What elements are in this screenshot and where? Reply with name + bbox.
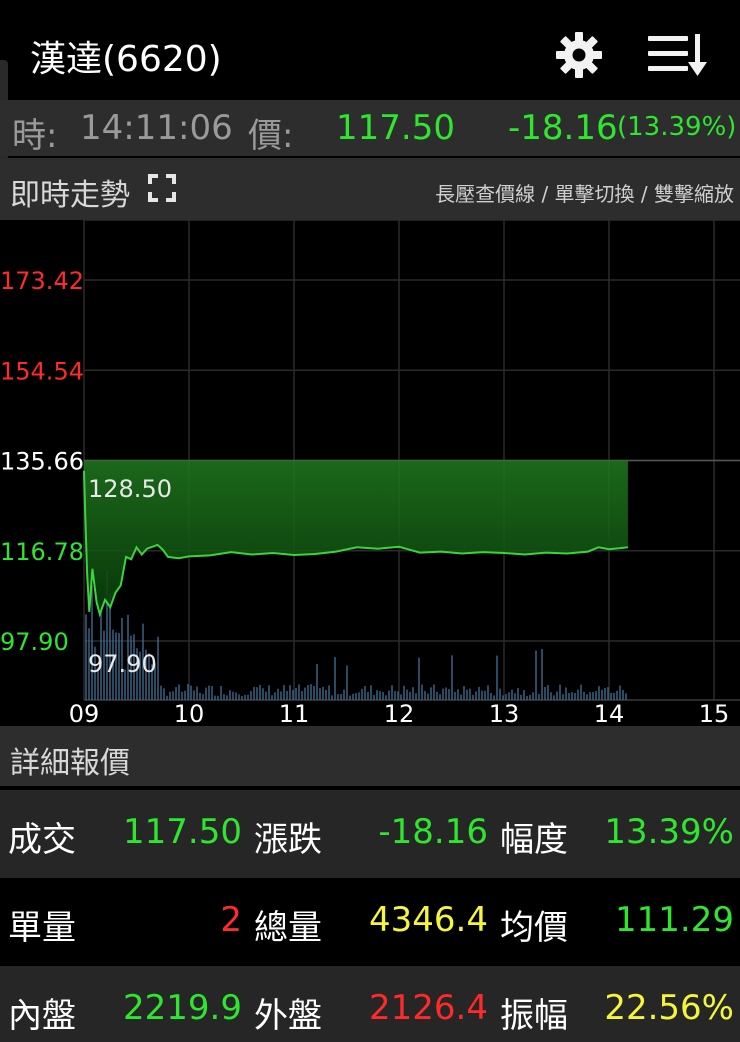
y-tick-label: 135.66 [0, 448, 84, 476]
time-value: 14:11:06 [80, 108, 233, 148]
detail-row: 內盤 2219.9 外盤 2126.4 振幅 22.56% [0, 966, 740, 1042]
detail-quote-title: 詳細報價 [10, 746, 130, 781]
value-inner: 2219.9 [123, 988, 242, 1028]
label-total-volume: 總量 [254, 908, 322, 948]
value-single-volume: 2 [220, 900, 242, 940]
y-tick-label: 154.54 [0, 357, 84, 385]
label-outer: 外盤 [254, 996, 322, 1036]
quote-strip: 時: 14:11:06 價: 117.50 -18.16 (13.39%) [0, 100, 740, 156]
value-total-volume: 4346.4 [369, 900, 488, 940]
x-tick-label: 09 [69, 700, 100, 724]
y-tick-label: 173.42 [0, 267, 84, 295]
x-tick-label: 13 [489, 700, 520, 724]
label-amplitude: 振幅 [500, 996, 568, 1036]
label-single-volume: 單量 [8, 908, 76, 948]
x-tick-label: 10 [174, 700, 205, 724]
intraday-bar[interactable]: 即時走勢 長壓查價線 / 單擊切換 / 雙擊縮放 [0, 158, 740, 220]
x-tick-label: 11 [279, 700, 310, 724]
detail-row: 成交 117.50 漲跌 -18.16 幅度 13.39% [0, 790, 740, 878]
chart-canvas[interactable]: 173.42 154.54 135.66 116.78 97.90 09 10 11 12 13 1… [0, 219, 740, 728]
gear-icon[interactable] [552, 28, 606, 82]
detail-row: 單量 2 總量 4346.4 均價 111.29 [0, 878, 740, 966]
change-percent: (13.39%) [617, 112, 737, 142]
label-inner: 內盤 [8, 996, 76, 1036]
sort-list-icon[interactable] [644, 28, 710, 82]
y-tick-label: 116.78 [0, 538, 84, 566]
intraday-title: 即時走勢 [10, 178, 130, 213]
value-avg-price: 111.29 [615, 900, 734, 940]
fullscreen-icon[interactable] [148, 174, 176, 202]
label-range: 幅度 [500, 820, 568, 860]
top-bar: 漢達(6620) [0, 0, 740, 100]
price-value: 117.50 [336, 108, 455, 148]
value-outer: 2126.4 [369, 988, 488, 1028]
intraday-chart[interactable]: 173.42 154.54 135.66 116.78 97.90 09 10 11 12 13 1… [0, 219, 740, 728]
value-range: 13.39% [604, 812, 734, 852]
detail-quote-bar: 詳細報價 [0, 726, 740, 786]
x-tick-label: 12 [384, 700, 415, 724]
low-price-annotation: 97.90 [88, 650, 157, 678]
x-tick-label: 14 [594, 700, 625, 724]
y-tick-label: 97.90 [0, 628, 69, 656]
x-tick-label: 15 [699, 700, 730, 724]
label-change: 漲跌 [254, 820, 322, 860]
value-amplitude: 22.56% [604, 988, 734, 1028]
stock-title: 漢達(6620) [30, 39, 222, 80]
high-price-annotation: 128.50 [88, 475, 172, 503]
price-label: 價: [248, 116, 294, 156]
time-label: 時: [12, 116, 58, 156]
chart-hint: 長壓查價線 / 單擊切換 / 雙擊縮放 [435, 182, 734, 206]
label-trade: 成交 [8, 820, 76, 860]
change-value: -18.16 [508, 108, 618, 148]
value-change: -18.16 [378, 812, 488, 852]
value-trade: 117.50 [123, 812, 242, 852]
label-avg-price: 均價 [500, 908, 568, 948]
